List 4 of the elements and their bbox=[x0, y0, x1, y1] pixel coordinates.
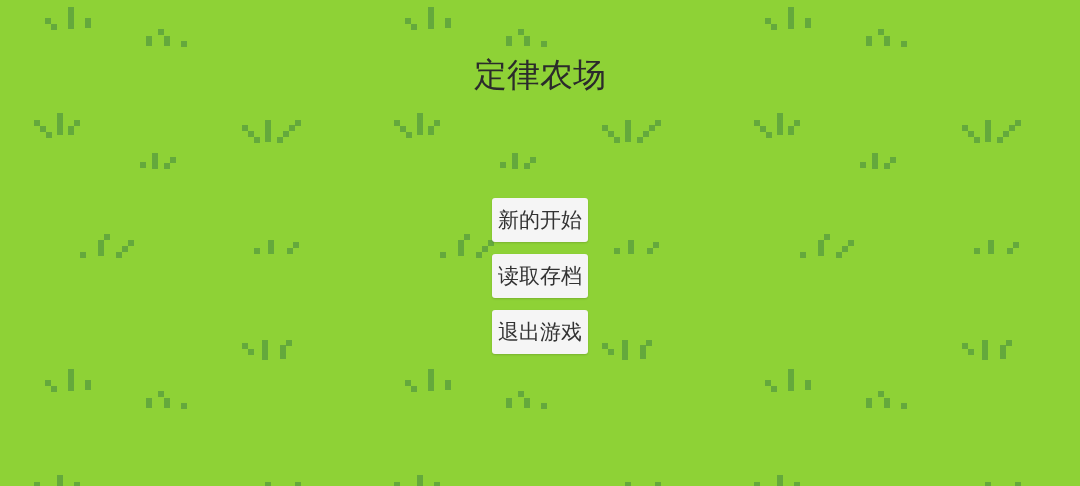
menu-button[interactable]: 新的开始 bbox=[492, 198, 588, 242]
game-title: 定律农场 bbox=[474, 54, 606, 96]
menu-button[interactable]: 读取存档 bbox=[492, 254, 588, 298]
menu-button[interactable]: 退出游戏 bbox=[492, 310, 588, 354]
